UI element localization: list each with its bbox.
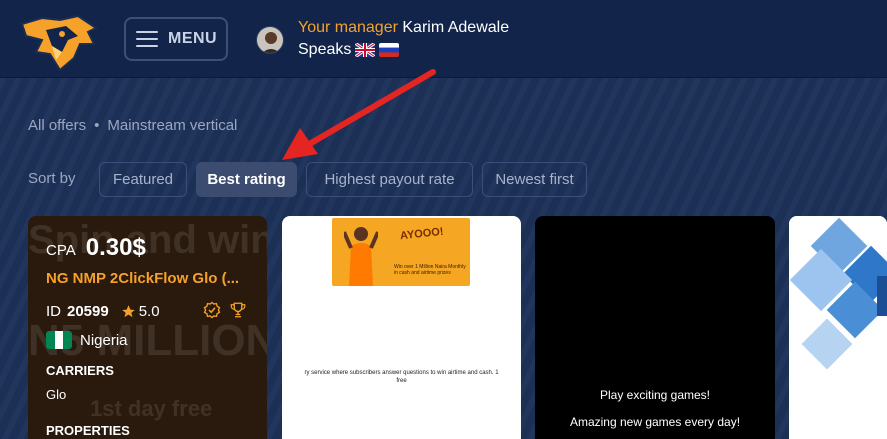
rating-value: 5.0 [138, 303, 160, 320]
logo-icon[interactable] [16, 10, 102, 72]
sort-label: Sort by [28, 170, 76, 187]
offer-description: ry service where subscribers answer ques… [282, 370, 521, 386]
sort-highest-payout-button[interactable]: Highest payout rate [306, 162, 473, 197]
country-row: Nigeria [46, 331, 128, 349]
verified-badge-icon [203, 301, 221, 319]
badge-icons [203, 301, 247, 319]
offer-card[interactable]: Play exciting games! Amazing new games e… [535, 216, 775, 439]
breadcrumb-all-offers[interactable]: All offers [28, 117, 86, 134]
manager-label: Your manager [298, 19, 398, 36]
nigeria-flag-icon [46, 331, 72, 349]
trophy-icon [230, 302, 246, 318]
offer-description-line: ry service where subscribers answer ques… [304, 370, 499, 376]
ru-flag-icon [379, 43, 400, 57]
offer-tagline: Play exciting games! [599, 388, 711, 402]
carriers-heading: CARRIERS [46, 363, 114, 378]
promo-title: AYOOO! [399, 225, 445, 243]
country-name: Nigeria [80, 331, 128, 349]
menu-button[interactable]: MENU [124, 17, 228, 61]
offer-card[interactable] [789, 216, 887, 439]
offer-card[interactable]: AYOOO! Win over 1 Million Naira Monthly … [282, 216, 521, 439]
payout-value: 0.30$ [85, 234, 146, 261]
person-illustration [344, 227, 378, 286]
cpa-label: CPA [46, 242, 76, 259]
promo-banner: AYOOO! Win over 1 Million Naira Monthly … [332, 218, 470, 286]
breadcrumb-separator: • [94, 117, 100, 134]
speaks-label: Speaks [298, 41, 352, 58]
id-label: ID [46, 303, 61, 320]
offer-id: 20599 [67, 303, 109, 320]
breadcrumb-current: Mainstream vertical [107, 117, 238, 134]
sort-best-rating-button[interactable]: Best rating [196, 162, 297, 197]
speaks-line: Speaks [298, 41, 400, 59]
offer-name[interactable]: NG NMP 2ClickFlow Glo (... [46, 270, 251, 287]
sort-newest-button[interactable]: Newest first [482, 162, 587, 197]
top-header: MENU Your manager Karim Adewale Speaks [0, 0, 887, 78]
offer-image [789, 216, 887, 439]
manager-line: Your manager Karim Adewale [298, 19, 509, 37]
payout-row: CPA 0.30$ [46, 234, 146, 262]
sort-featured-button[interactable]: Featured [99, 162, 187, 197]
promo-text: Win over 1 Million Naira Monthly in cash… [394, 264, 466, 276]
manager-name[interactable]: Karim Adewale [402, 19, 509, 36]
properties-heading: PROPERTIES [46, 423, 130, 438]
star-icon [121, 305, 135, 318]
offer-description-line: free [396, 377, 407, 384]
offer-banner-text: 1st day free [90, 396, 213, 421]
menu-label: MENU [168, 30, 218, 47]
hamburger-icon [136, 31, 158, 47]
rating: 5.0 [121, 303, 160, 320]
breadcrumb: All offers • Mainstream vertical [28, 117, 237, 134]
offer-card[interactable]: Spin and win N5 MILLION 1st day free CPA… [28, 216, 267, 439]
offer-tagline: Amazing new games every day! [569, 415, 741, 429]
uk-flag-icon [355, 43, 376, 57]
manager-avatar[interactable] [256, 26, 284, 54]
carrier-value: Glo [46, 387, 67, 402]
offer-id-row: ID 20599 5.0 [46, 303, 160, 320]
